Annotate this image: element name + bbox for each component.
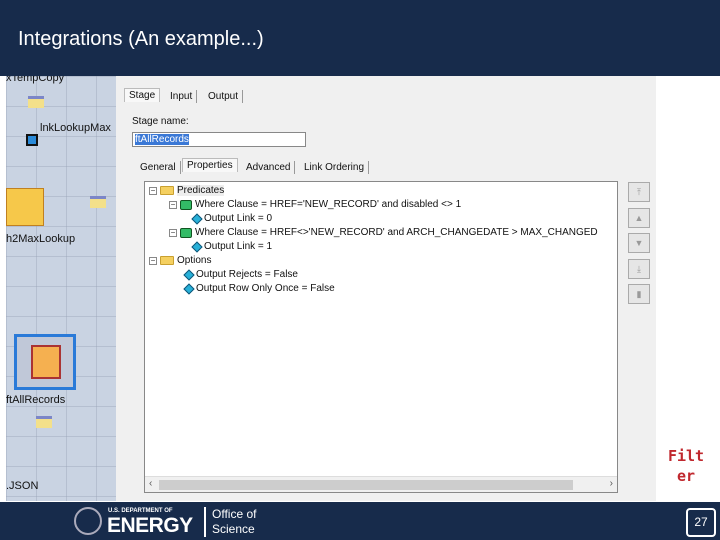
link-icon xyxy=(90,196,106,208)
tab-stage[interactable]: Stage xyxy=(124,88,161,102)
stage-name-label: Stage name: xyxy=(132,116,189,127)
slide-footer: U.S. DEPARTMENT OF ENERGY Office of Scien… xyxy=(0,502,720,540)
tab-general[interactable]: General xyxy=(136,161,181,174)
properties-tree: − Predicates − Where Clause = HREF='NEW_RE… xyxy=(144,181,618,493)
canvas-label: ftAllRecords xyxy=(6,394,66,406)
filter-stage-dialog: Stage Input Output Stage name: ftAllReco… xyxy=(118,76,656,501)
tree-node-where-clause[interactable]: − Where Clause = HREF='NEW_RECORD' and di… xyxy=(169,199,461,210)
collapse-icon[interactable]: − xyxy=(169,200,177,209)
tree-node-output-link[interactable]: Output Link = 1 xyxy=(191,240,272,253)
canvas-label: xTempCopy xyxy=(6,76,65,84)
stage-name-input[interactable]: ftAllRecords xyxy=(132,132,306,147)
scroll-right-icon[interactable]: › xyxy=(610,478,613,489)
link-icon xyxy=(28,96,44,108)
property-icon xyxy=(191,212,203,225)
collapse-icon[interactable]: − xyxy=(149,186,157,195)
slide-header: Integrations (An example...) xyxy=(0,0,720,76)
job-canvas: xTempCopy lnkLookupMax h2MaxLookup ftAll… xyxy=(6,76,116,501)
property-icon xyxy=(191,240,203,253)
tree-node-where-clause[interactable]: − Where Clause = HREF<>'NEW_RECORD' and A… xyxy=(169,227,598,238)
slide-title: Integrations (An example...) xyxy=(18,28,264,50)
doe-seal-logo xyxy=(74,507,102,535)
screenshot: xTempCopy lnkLookupMax h2MaxLookup ftAll… xyxy=(6,76,656,501)
office-of-science: Office of Science xyxy=(212,507,257,536)
transformer-icon[interactable] xyxy=(26,134,38,146)
tree-node-row-only-once[interactable]: Output Row Only Once = False xyxy=(183,282,335,295)
lookup-stage-icon[interactable] xyxy=(6,188,44,226)
tree-node-output-rejects[interactable]: Output Rejects = False xyxy=(183,268,298,281)
tab-output[interactable]: Output xyxy=(204,90,244,103)
property-icon xyxy=(183,282,195,295)
delete-button[interactable]: ▮ xyxy=(628,284,650,304)
canvas-label: .JSON xyxy=(6,480,39,492)
move-down-button[interactable]: ▼ xyxy=(628,233,650,253)
doe-energy-logo: ENERGY xyxy=(107,514,193,537)
canvas-label: lnkLookupMax xyxy=(40,122,111,134)
move-bottom-button[interactable]: ⤓ xyxy=(628,259,650,279)
footer-divider xyxy=(204,507,206,537)
horizontal-scrollbar[interactable]: ‹ › xyxy=(145,476,617,492)
scroll-left-icon[interactable]: ‹ xyxy=(149,478,152,489)
tab-properties[interactable]: Properties xyxy=(182,158,238,172)
tree-node-options[interactable]: − Options xyxy=(149,255,211,266)
move-up-button[interactable]: ▲ xyxy=(628,208,650,228)
filter-icon xyxy=(180,227,192,238)
filter-label: Filt er xyxy=(667,447,705,485)
page-number: 27 xyxy=(686,508,716,537)
move-top-button[interactable]: ⤒ xyxy=(628,182,650,202)
tab-link-ordering[interactable]: Link Ordering xyxy=(300,161,370,174)
tree-node-output-link[interactable]: Output Link = 0 xyxy=(191,212,272,225)
tab-advanced[interactable]: Advanced xyxy=(242,161,296,174)
folder-icon xyxy=(160,256,174,265)
collapse-icon[interactable]: − xyxy=(169,228,177,237)
filter-icon xyxy=(180,199,192,210)
tree-node-predicates[interactable]: − Predicates xyxy=(149,185,225,196)
link-icon xyxy=(36,416,52,428)
property-icon xyxy=(183,268,195,281)
collapse-icon[interactable]: − xyxy=(149,256,157,265)
folder-icon xyxy=(160,186,174,195)
canvas-label: h2MaxLookup xyxy=(6,233,76,245)
tab-input[interactable]: Input xyxy=(166,90,198,103)
scrollbar-thumb[interactable] xyxy=(159,480,573,490)
filter-stage-icon[interactable] xyxy=(14,334,76,390)
